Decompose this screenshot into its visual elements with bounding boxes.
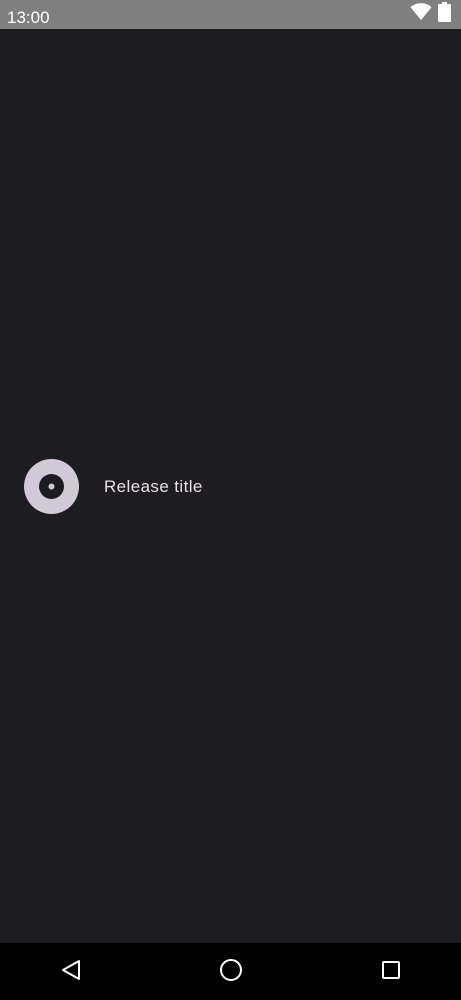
screen: 13:00 Release title bbox=[0, 0, 461, 1000]
home-button[interactable] bbox=[216, 957, 246, 987]
back-button[interactable] bbox=[56, 957, 86, 987]
status-time: 13:00 bbox=[7, 8, 50, 27]
wifi-icon bbox=[410, 2, 432, 26]
battery-icon bbox=[438, 1, 451, 27]
release-title: Release title bbox=[104, 477, 203, 496]
status-icons bbox=[410, 1, 451, 27]
recents-button[interactable] bbox=[376, 957, 406, 987]
release-list: Release title bbox=[0, 29, 461, 943]
recents-icon bbox=[381, 960, 401, 985]
navigation-bar bbox=[0, 943, 461, 1000]
home-icon bbox=[219, 958, 243, 987]
back-icon bbox=[60, 959, 82, 986]
disc-icon bbox=[24, 459, 79, 514]
status-bar: 13:00 bbox=[0, 0, 461, 29]
release-list-item[interactable]: Release title bbox=[0, 459, 461, 515]
